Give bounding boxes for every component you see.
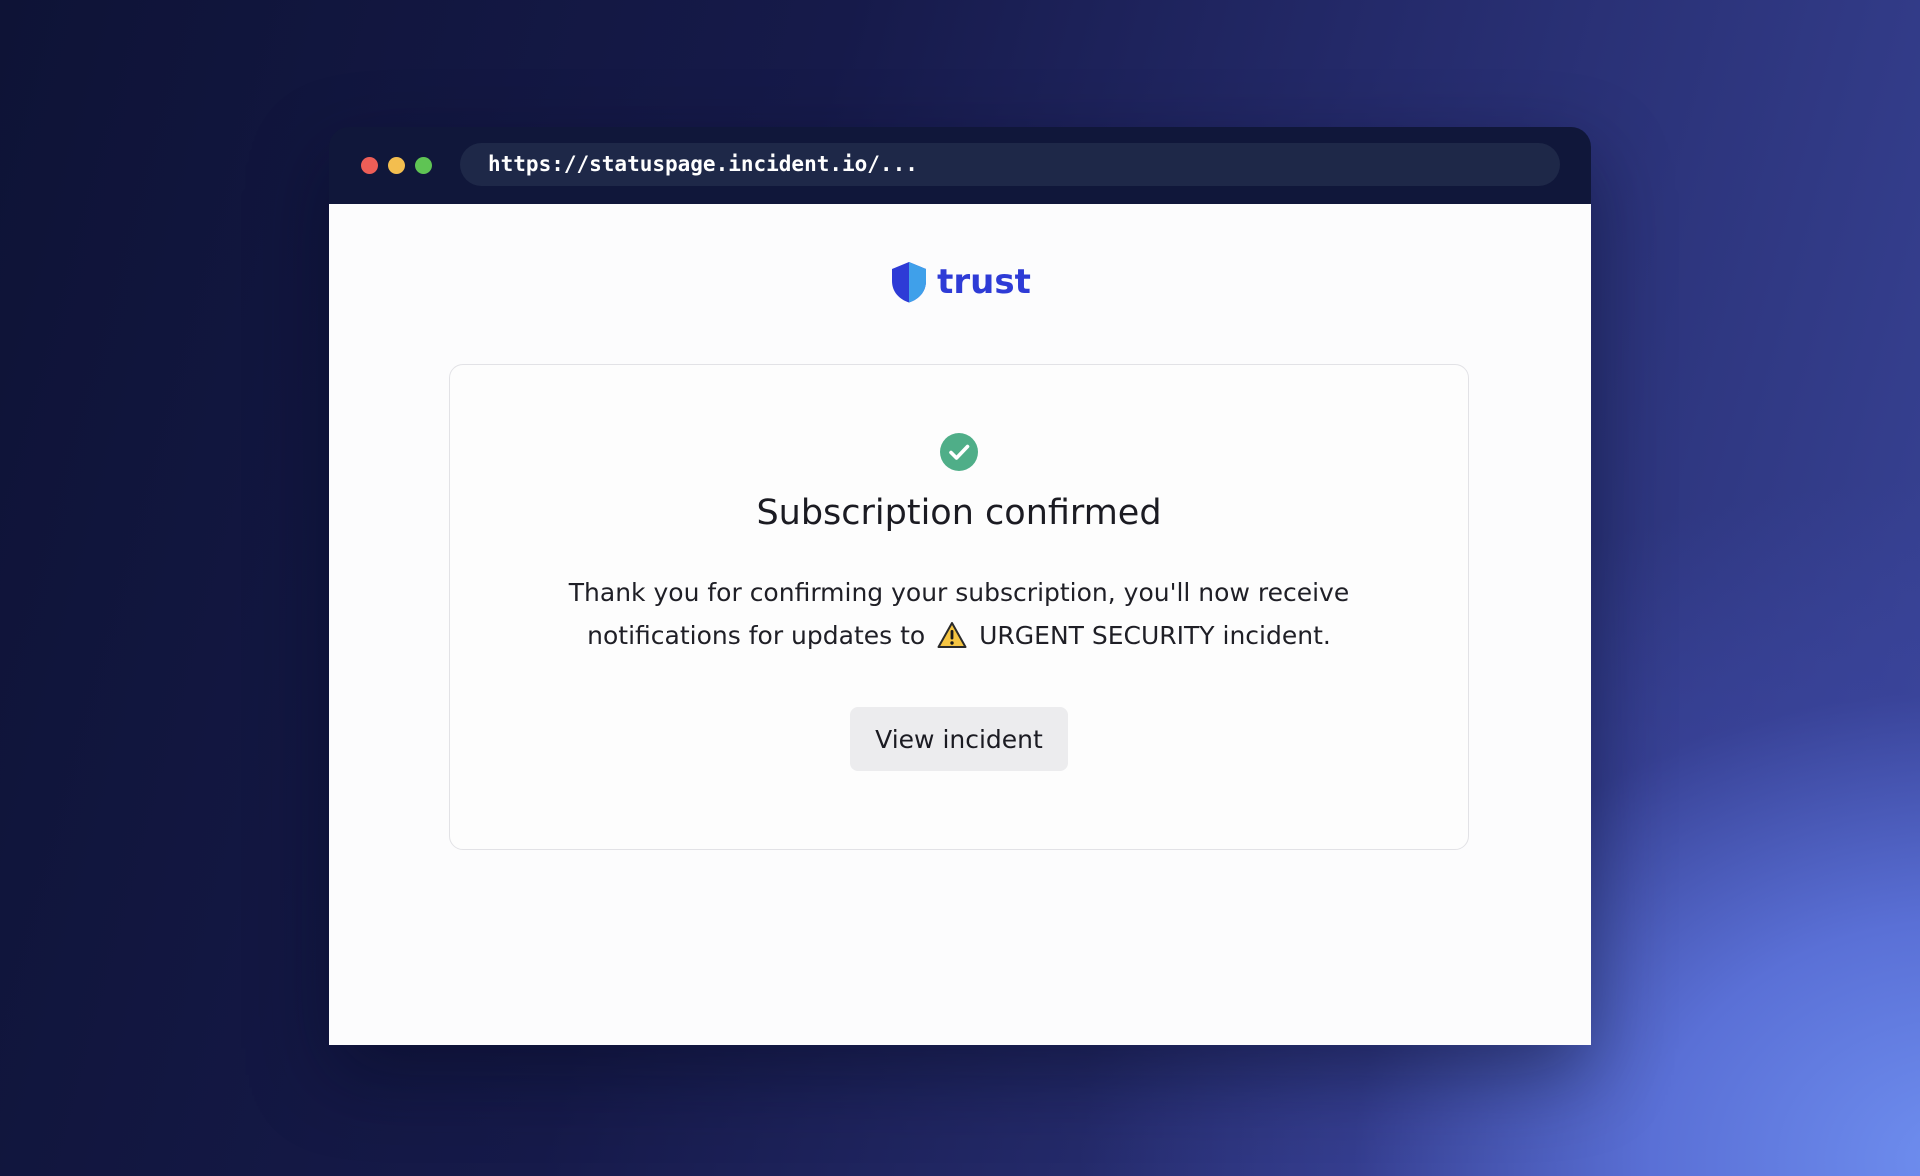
- incident-name: URGENT SECURITY incident.: [979, 621, 1331, 650]
- close-window-button[interactable]: [361, 157, 378, 174]
- brand-name: TRUST: [937, 262, 1031, 302]
- browser-window: https://statuspage.incident.io/... TRUST…: [329, 127, 1591, 1045]
- shield-icon: [892, 262, 927, 303]
- brand-logo: TRUST: [329, 260, 1591, 304]
- maximize-window-button[interactable]: [415, 157, 432, 174]
- confirmation-message: Thank you for confirming your subscripti…: [550, 571, 1368, 657]
- warning-icon: [937, 622, 967, 648]
- confirmation-title: Subscription confirmed: [756, 493, 1162, 533]
- page-content: TRUST Subscription confirmed Thank you f…: [329, 204, 1591, 1045]
- confirmation-card: Subscription confirmed Thank you for con…: [449, 364, 1469, 850]
- address-bar[interactable]: https://statuspage.incident.io/...: [460, 143, 1560, 186]
- check-circle-icon: [940, 433, 978, 471]
- minimize-window-button[interactable]: [388, 157, 405, 174]
- browser-titlebar: https://statuspage.incident.io/...: [329, 127, 1591, 204]
- view-incident-button[interactable]: View incident: [850, 707, 1068, 771]
